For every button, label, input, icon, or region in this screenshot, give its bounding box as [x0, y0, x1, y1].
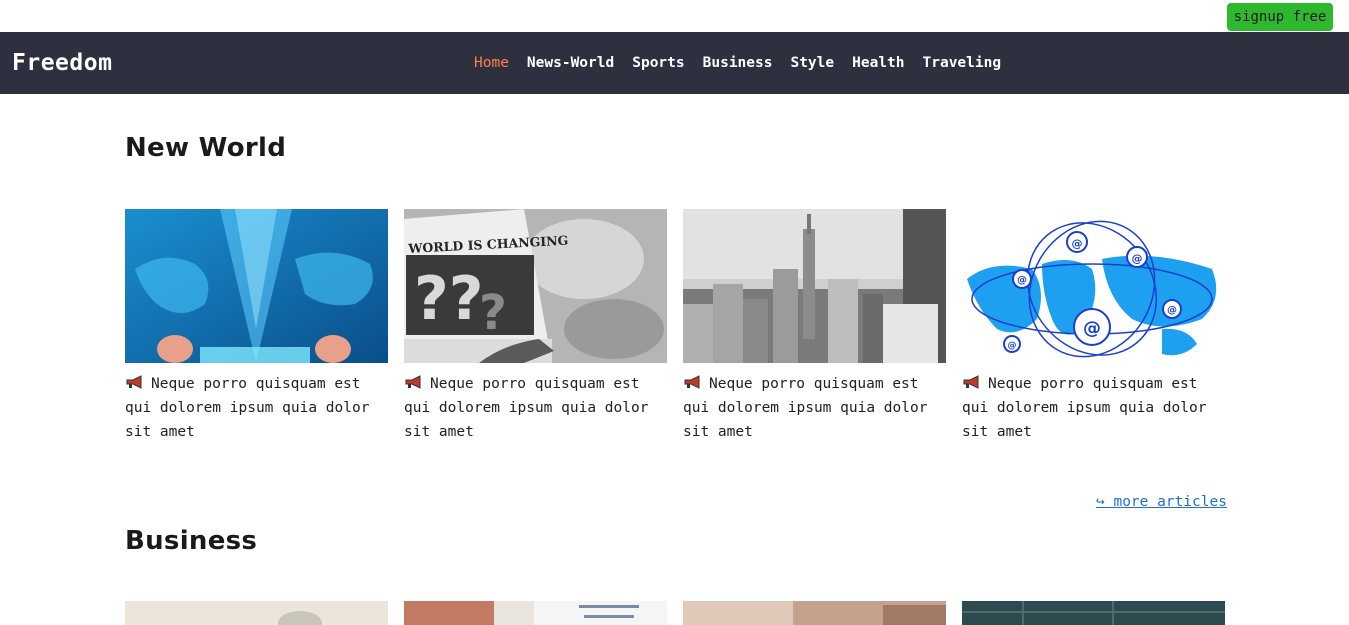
- svg-text:@: @: [1008, 341, 1017, 351]
- article-title[interactable]: Neque porro quisquam est qui dolorem ips…: [404, 376, 648, 440]
- article-image-businessman[interactable]: [125, 209, 388, 363]
- article-image-business-3[interactable]: [683, 601, 946, 625]
- article-card[interactable]: ?? ? WORLD IS CHANGING Neque porro quisq…: [404, 209, 667, 444]
- megaphone-icon: [405, 375, 421, 389]
- nav-link-health[interactable]: Health: [852, 55, 904, 71]
- article-image-newspaper[interactable]: ?? ? WORLD IS CHANGING: [404, 209, 667, 363]
- svg-text:@: @: [1167, 305, 1177, 316]
- article-card[interactable]: Neque porro quisquam est qui dolorem ips…: [125, 209, 388, 444]
- nav-link-sports[interactable]: Sports: [632, 55, 684, 71]
- site-logo[interactable]: Freedom: [12, 48, 112, 78]
- megaphone-icon: [126, 375, 142, 389]
- nav-link-news-world[interactable]: News-World: [527, 55, 614, 71]
- svg-text:?: ?: [479, 285, 507, 341]
- megaphone-icon: [963, 375, 979, 389]
- article-image-business-1[interactable]: [125, 601, 388, 625]
- nav-link-traveling[interactable]: Traveling: [923, 55, 1002, 71]
- article-image-global-network[interactable]: @ @ @ @ @ @: [962, 209, 1225, 363]
- section-title-business: Business: [125, 526, 258, 556]
- nav-link-style[interactable]: Style: [790, 55, 834, 71]
- svg-text:@: @: [1017, 275, 1027, 286]
- svg-text:@: @: [1132, 252, 1143, 265]
- article-title[interactable]: Neque porro quisquam est qui dolorem ips…: [962, 376, 1206, 440]
- article-card[interactable]: Neque porro quisquam est qui dolorem ips…: [683, 209, 946, 444]
- nav-link-home[interactable]: Home: [474, 55, 509, 71]
- article-image-city-skyline[interactable]: [683, 209, 946, 363]
- article-card[interactable]: @ @ @ @ @ @ Neque porro quisquam est qui…: [962, 209, 1225, 444]
- article-image-business-2[interactable]: [404, 601, 667, 625]
- svg-text:??: ??: [414, 264, 484, 334]
- section-title-new-world: New World: [125, 133, 287, 163]
- nav-links: Home News-World Sports Business Style He…: [474, 32, 1019, 94]
- megaphone-icon: [684, 375, 700, 389]
- svg-text:@: @: [1072, 237, 1083, 250]
- more-articles-link[interactable]: ↪ more articles: [1096, 494, 1227, 510]
- svg-text:@: @: [1083, 318, 1101, 339]
- navbar: Freedom Home News-World Sports Business …: [0, 32, 1349, 94]
- article-title[interactable]: Neque porro quisquam est qui dolorem ips…: [125, 376, 369, 440]
- article-title[interactable]: Neque porro quisquam est qui dolorem ips…: [683, 376, 927, 440]
- article-image-business-4[interactable]: [962, 601, 1225, 625]
- signup-button[interactable]: signup free: [1227, 3, 1333, 31]
- nav-link-business[interactable]: Business: [703, 55, 773, 71]
